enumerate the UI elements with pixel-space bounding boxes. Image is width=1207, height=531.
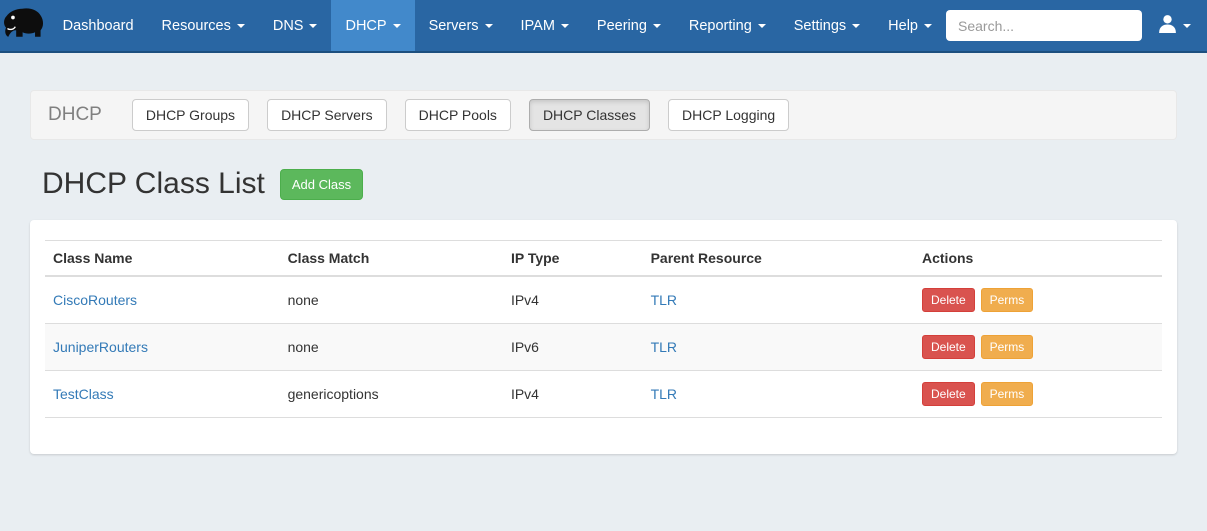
chevron-down-icon (561, 24, 569, 28)
chevron-down-icon (852, 24, 860, 28)
nav-item-dns[interactable]: DNS (259, 0, 332, 51)
chevron-down-icon (1183, 24, 1191, 28)
subnav-button-dhcp-pools[interactable]: DHCP Pools (405, 99, 511, 131)
perms-button[interactable]: Perms (981, 335, 1034, 359)
search-group (946, 10, 1142, 41)
table-header-row: Class Name Class Match IP Type Parent Re… (45, 241, 1162, 277)
page-head: DHCP Class List Add Class (30, 167, 1177, 201)
user-icon (1157, 13, 1178, 39)
nav-item-label: DNS (273, 18, 304, 34)
subnav-button-dhcp-servers[interactable]: DHCP Servers (267, 99, 387, 131)
nav-item-label: Reporting (689, 18, 752, 34)
class-name-link[interactable]: TestClass (53, 386, 114, 402)
subnav-button-dhcp-logging[interactable]: DHCP Logging (668, 99, 789, 131)
class-name-link[interactable]: CiscoRouters (53, 292, 137, 308)
add-class-button[interactable]: Add Class (280, 169, 363, 200)
chevron-down-icon (924, 24, 932, 28)
ip-type-value: IPv4 (503, 276, 643, 324)
table-row: CiscoRouters none IPv4 TLR Delete Perms (45, 276, 1162, 324)
top-navbar: Dashboard Resources DNS DHCP Servers IPA… (0, 0, 1207, 53)
nav-item-label: Settings (794, 18, 846, 34)
delete-button[interactable]: Delete (922, 288, 975, 312)
class-name-link[interactable]: JuniperRouters (53, 339, 148, 355)
column-header-ip-type: IP Type (503, 241, 643, 277)
nav-item-label: Servers (429, 18, 479, 34)
chevron-down-icon (485, 24, 493, 28)
perms-button[interactable]: Perms (981, 382, 1034, 406)
parent-resource-link[interactable]: TLR (651, 339, 677, 355)
main-nav: Dashboard Resources DNS DHCP Servers IPA… (49, 0, 946, 51)
chevron-down-icon (758, 24, 766, 28)
ip-type-value: IPv4 (503, 371, 643, 418)
column-header-class-name: Class Name (45, 241, 280, 277)
nav-item-servers[interactable]: Servers (415, 0, 507, 51)
nav-item-label: IPAM (521, 18, 555, 34)
nav-item-dashboard[interactable]: Dashboard (49, 0, 148, 51)
subnav-button-dhcp-groups[interactable]: DHCP Groups (132, 99, 249, 131)
dhcp-class-table: Class Name Class Match IP Type Parent Re… (45, 240, 1162, 418)
search-input[interactable] (946, 10, 1142, 41)
column-header-actions: Actions (914, 241, 1162, 277)
table-row: JuniperRouters none IPv6 TLR Delete Perm… (45, 324, 1162, 371)
nav-item-reporting[interactable]: Reporting (675, 0, 780, 51)
column-header-class-match: Class Match (280, 241, 503, 277)
parent-resource-link[interactable]: TLR (651, 292, 677, 308)
nav-item-label: DHCP (345, 18, 386, 34)
navbar-right (946, 0, 1207, 51)
table-row: TestClass genericoptions IPv4 TLR Delete… (45, 371, 1162, 418)
nav-item-dhcp[interactable]: DHCP (331, 0, 414, 51)
chevron-down-icon (237, 24, 245, 28)
class-match-value: genericoptions (280, 371, 503, 418)
chevron-down-icon (653, 24, 661, 28)
nav-item-settings[interactable]: Settings (780, 0, 874, 51)
page-title: DHCP Class List (42, 167, 265, 201)
nav-item-label: Dashboard (63, 18, 134, 34)
nav-item-label: Help (888, 18, 918, 34)
ip-type-value: IPv6 (503, 324, 643, 371)
chevron-down-icon (309, 24, 317, 28)
nav-item-resources[interactable]: Resources (148, 0, 259, 51)
nav-item-help[interactable]: Help (874, 0, 946, 51)
nav-item-label: Peering (597, 18, 647, 34)
subnav-section-label: DHCP (48, 104, 102, 126)
subnav-button-dhcp-classes[interactable]: DHCP Classes (529, 99, 650, 131)
chevron-down-icon (393, 24, 401, 28)
class-match-value: none (280, 276, 503, 324)
column-header-parent-resource: Parent Resource (643, 241, 914, 277)
dhcp-subnav: DHCP DHCP Groups DHCP Servers DHCP Pools… (30, 90, 1177, 140)
perms-button[interactable]: Perms (981, 288, 1034, 312)
nav-item-label: Resources (162, 18, 231, 34)
user-menu[interactable] (1157, 13, 1191, 39)
nav-item-peering[interactable]: Peering (583, 0, 675, 51)
brand-logo[interactable] (0, 0, 49, 51)
class-match-value: none (280, 324, 503, 371)
delete-button[interactable]: Delete (922, 335, 975, 359)
delete-button[interactable]: Delete (922, 382, 975, 406)
mammoth-logo-icon (1, 4, 47, 47)
nav-item-ipam[interactable]: IPAM (507, 0, 583, 51)
main-container: DHCP DHCP Groups DHCP Servers DHCP Pools… (0, 90, 1207, 454)
parent-resource-link[interactable]: TLR (651, 386, 677, 402)
dhcp-class-list-card: Class Name Class Match IP Type Parent Re… (30, 220, 1177, 454)
